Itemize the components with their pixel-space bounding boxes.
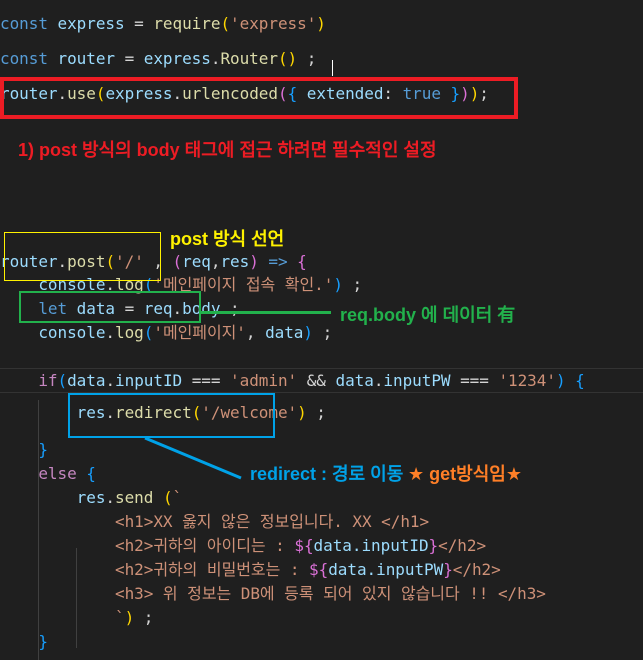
get-note: ★ get방식임★: [408, 464, 522, 484]
redirect-note: redirect : 경로 이동: [250, 464, 404, 484]
redirect-connector-line: [144, 436, 242, 480]
